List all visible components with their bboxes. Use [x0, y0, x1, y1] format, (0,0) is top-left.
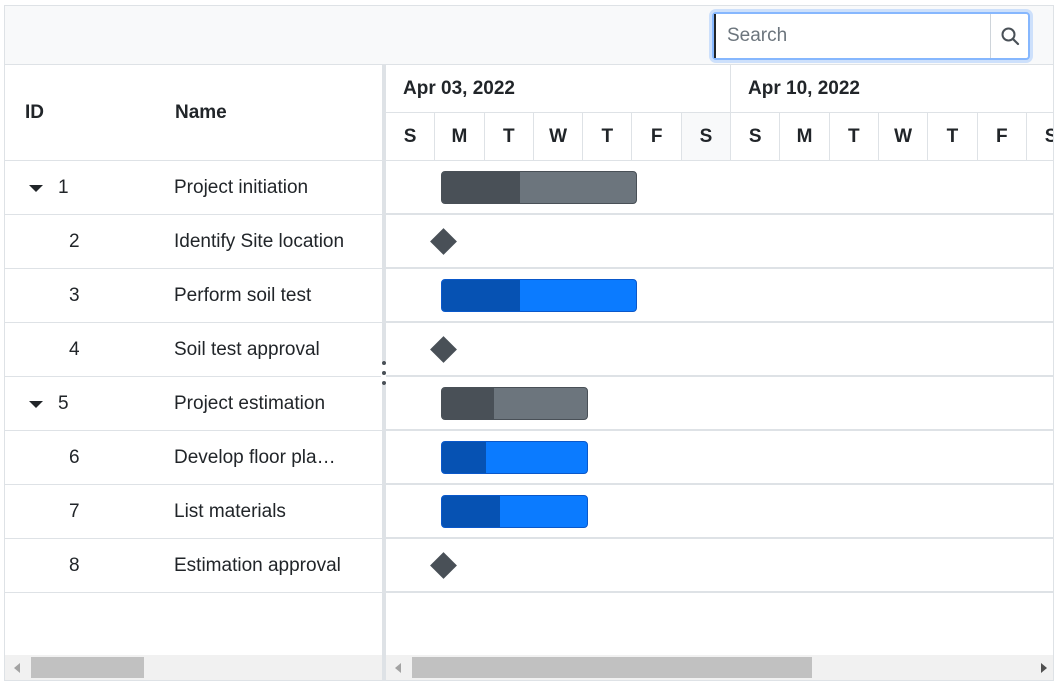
day-header-cell: W	[534, 113, 584, 160]
row-id: 1	[58, 177, 69, 198]
week-header-cell: Apr 10, 2022	[731, 65, 1053, 113]
grid-horizontal-scrollbar[interactable]	[5, 655, 382, 680]
milestone-diamond[interactable]	[430, 552, 458, 579]
scroll-left-arrow[interactable]	[14, 663, 20, 673]
search-box	[712, 12, 1030, 60]
table-row[interactable]: 6 Develop floor pla…	[5, 431, 382, 485]
search-input[interactable]	[714, 14, 992, 58]
task-progress	[442, 388, 495, 419]
task-bar[interactable]	[441, 495, 589, 528]
row-name: Soil test approval	[174, 339, 320, 360]
chart-row	[386, 485, 1053, 539]
collapse-caret-icon[interactable]	[29, 400, 43, 408]
day-header-cell: S	[731, 113, 781, 160]
task-progress	[442, 280, 520, 311]
chart-row	[386, 269, 1053, 323]
week-header-cell: Apr 03, 2022	[386, 65, 731, 113]
task-bar[interactable]	[441, 441, 589, 474]
row-name: Develop floor pla…	[174, 447, 336, 468]
day-header-cell: T	[583, 113, 633, 160]
row-name: Estimation approval	[174, 555, 341, 576]
collapse-caret-icon[interactable]	[29, 184, 43, 192]
column-header-name[interactable]: Name	[175, 65, 227, 161]
chart-row	[386, 323, 1053, 377]
milestone-diamond[interactable]	[430, 336, 458, 363]
table-row[interactable]: 7 List materials	[5, 485, 382, 539]
table-row[interactable]: 1 Project initiation	[5, 161, 382, 215]
task-bar[interactable]	[441, 279, 638, 312]
table-row[interactable]: 8 Estimation approval	[5, 539, 382, 593]
day-header-cell: S	[1027, 113, 1053, 160]
chart-row	[386, 431, 1053, 485]
table-row[interactable]: 3 Perform soil test	[5, 269, 382, 323]
milestone-diamond[interactable]	[430, 228, 458, 255]
table-row[interactable]: 5 Project estimation	[5, 377, 382, 431]
row-id-cell: 5	[29, 377, 69, 431]
row-id-cell: 2	[69, 215, 80, 269]
toolbar	[5, 6, 1053, 65]
row-id-cell: 3	[69, 269, 80, 323]
table-row[interactable]: 4 Soil test approval	[5, 323, 382, 377]
day-header-cell: F	[978, 113, 1027, 160]
search-icon	[1001, 27, 1019, 46]
row-name: Identify Site location	[174, 231, 345, 252]
row-id: 4	[69, 339, 80, 360]
chart-pane: Apr 03, 2022Apr 10, 2022 SMTWTFSSMTWTFS	[386, 65, 1053, 655]
column-header-id[interactable]: ID	[25, 65, 44, 161]
day-header-cell: T	[485, 113, 534, 160]
timeline-day-header: SMTWTFSSMTWTFS	[386, 113, 1053, 161]
chart-row	[386, 377, 1053, 431]
row-id: 3	[69, 285, 80, 306]
table-row[interactable]: 2 Identify Site location	[5, 215, 382, 269]
row-id-cell: 8	[69, 539, 80, 593]
timeline-week-header: Apr 03, 2022 Apr 10, 2022	[386, 65, 1053, 113]
task-progress	[442, 442, 486, 473]
task-progress	[442, 172, 520, 203]
chart-scroll-thumb[interactable]	[412, 657, 813, 678]
row-id-cell: 6	[69, 431, 80, 485]
chart-row	[386, 161, 1053, 215]
scroll-right-arrow[interactable]	[1041, 663, 1047, 673]
grid-pane: ID Name 1 Project initiation 2 Identify Sit…	[5, 65, 382, 655]
row-id-cell: 7	[69, 485, 80, 539]
row-name: Project initiation	[174, 177, 309, 198]
search-button[interactable]	[990, 14, 1028, 58]
scroll-left-arrow[interactable]	[395, 663, 401, 673]
parent-task-bar[interactable]	[441, 171, 638, 204]
row-id: 8	[69, 555, 80, 576]
row-id: 5	[58, 393, 69, 414]
row-id: 6	[69, 447, 80, 468]
day-header-cell: M	[435, 113, 485, 160]
day-header-cell: T	[928, 113, 978, 160]
row-name: Project estimation	[174, 393, 326, 414]
row-id-cell: 4	[69, 323, 80, 377]
parent-task-bar[interactable]	[441, 387, 589, 420]
day-header-cell: W	[879, 113, 929, 160]
day-header-cell: S	[386, 113, 436, 160]
day-header-cell: S	[681, 113, 732, 160]
grid-header: ID Name	[5, 65, 382, 161]
row-name: List materials	[174, 501, 286, 522]
row-id-cell: 1	[29, 161, 69, 215]
chart-horizontal-scrollbar[interactable]	[386, 655, 1053, 680]
day-header-cell: F	[633, 113, 682, 160]
task-progress	[442, 496, 501, 527]
chart-row	[386, 539, 1053, 593]
row-id: 7	[69, 501, 80, 522]
chart-row	[386, 215, 1053, 269]
gantt-chart: ID Name 1 Project initiation 2 Identify Sit…	[4, 5, 1054, 681]
day-header-cell: T	[830, 113, 879, 160]
row-name: Perform soil test	[174, 285, 312, 306]
grid-scroll-thumb[interactable]	[31, 657, 145, 678]
row-id: 2	[69, 231, 80, 252]
day-header-cell: M	[780, 113, 830, 160]
